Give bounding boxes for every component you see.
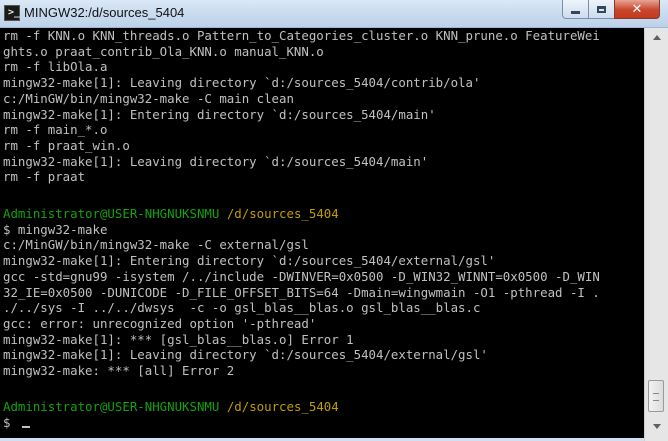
terminal-line: ./../sys -I ../../dwsys -c -o gsl_blas__…	[3, 300, 481, 316]
scroll-up-button[interactable]	[648, 29, 665, 46]
scroll-down-button[interactable]	[648, 418, 665, 435]
close-icon: ✕	[631, 1, 643, 17]
text-cursor	[21, 426, 30, 428]
terminal-line: rm -f libOla.a	[3, 59, 108, 75]
terminal-line: gcc: error: unrecognized option '-pthrea…	[3, 315, 317, 331]
terminal-line: mingw32-make[1]: *** [gsl_blas__blas.o] …	[3, 331, 354, 347]
terminal-line: 32_IE=0x0500 -DUNICODE -D_FILE_OFFSET_BI…	[3, 284, 600, 300]
terminal-line: rm -f KNN.o KNN_threads.o Pattern_to_Cat…	[3, 28, 600, 43]
maximize-button[interactable]	[588, 0, 615, 19]
prompt-user-host: Administrator@USER-NHGNUKSNMU	[3, 206, 220, 221]
prompt-user-host: Administrator@USER-NHGNUKSNMU	[3, 399, 220, 414]
terminal-line: mingw32-make[1]: Entering directory `d:/…	[3, 253, 496, 269]
minimize-icon	[571, 10, 580, 14]
prompt-path: /d/sources_5404	[226, 399, 339, 414]
terminal-line: mingw32-make: *** [all] Error 2	[3, 363, 235, 378]
title-bar[interactable]: >_ MINGW32:/d/sources_5404 ✕	[0, 0, 668, 28]
terminal-line: mingw32-make[1]: Leaving directory `d:/s…	[3, 347, 488, 363]
terminal-output[interactable]: rm -f KNN.o KNN_threads.o Pattern_to_Cat…	[0, 28, 644, 438]
minimize-button[interactable]	[562, 0, 589, 19]
arrow-down-icon	[652, 424, 661, 429]
terminal-line: rm -f main_*.o	[3, 122, 108, 138]
terminal-line: rm -f praat	[3, 169, 86, 185]
prompt-symbol: $	[3, 415, 18, 430]
terminal-line: ghts.o praat_contrib_Ola_KNN.o manual_KN…	[3, 43, 324, 59]
terminal-line: mingw32-make[1]: Entering directory `d:/…	[3, 106, 436, 122]
prompt-line: Administrator@USER-NHGNUKSNMU /d/sources…	[3, 399, 339, 415]
terminal-icon[interactable]: >_	[4, 5, 20, 21]
terminal-line: rm -f praat_win.o	[3, 137, 130, 153]
prompt-line: Administrator@USER-NHGNUKSNMU /d/sources…	[3, 206, 339, 222]
arrow-up-icon	[652, 35, 661, 40]
close-button[interactable]: ✕	[614, 0, 660, 19]
terminal-window: >_ MINGW32:/d/sources_5404 ✕ rm -f KNN.o…	[0, 0, 668, 441]
maximize-icon	[597, 5, 606, 13]
command-input-line[interactable]: $	[3, 415, 30, 431]
scrollbar-thumb[interactable]	[648, 380, 664, 412]
window-title: MINGW32:/d/sources_5404	[24, 5, 185, 20]
terminal-line: c:/MinGW/bin/mingw32-make -C main clean	[3, 90, 294, 106]
terminal-line: mingw32-make[1]: Leaving directory `d:/s…	[3, 75, 481, 91]
terminal-line: $ mingw32-make	[3, 221, 108, 237]
terminal-line: gcc -std=gnu99 -isystem /../include -DWI…	[3, 268, 600, 284]
vertical-scrollbar[interactable]	[644, 28, 668, 441]
prompt-path: /d/sources_5404	[226, 206, 339, 221]
terminal-line: mingw32-make[1]: Leaving directory `d:/s…	[3, 153, 429, 169]
terminal-line: c:/MinGW/bin/mingw32-make -C external/gs…	[3, 237, 309, 253]
